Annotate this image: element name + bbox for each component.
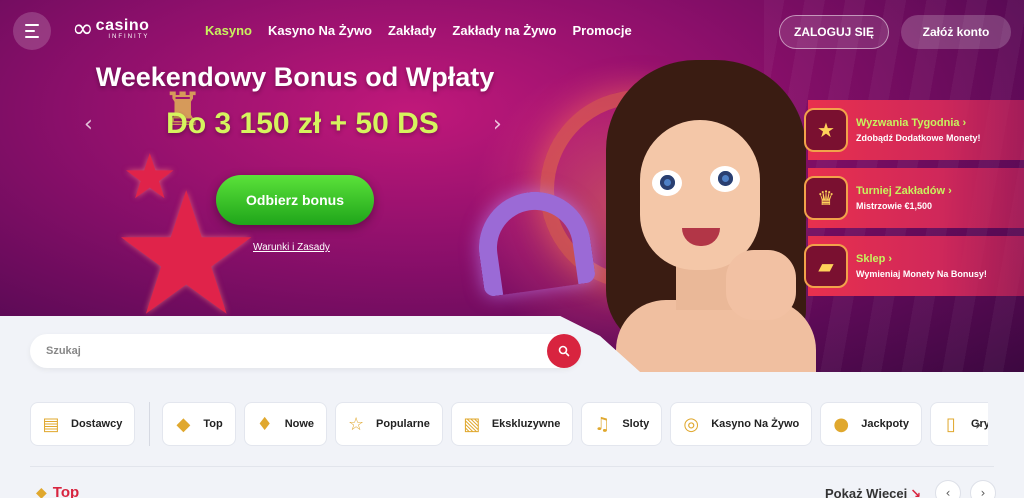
nav-promocje[interactable]: Promocje	[572, 23, 631, 38]
logo-text: casino INFINITY	[95, 17, 150, 41]
category-next-icon[interactable]: ›	[975, 415, 981, 434]
nav-kasyno[interactable]: Kasyno	[205, 23, 252, 38]
nav-zaklady-na-zywo[interactable]: Zakłady na Żywo	[452, 23, 556, 38]
category-nowe[interactable]: ♦ Nowe	[243, 402, 328, 446]
side-promo-title: Sklep ›	[856, 253, 893, 265]
search-button[interactable]	[547, 334, 581, 368]
side-promo-title: Wyzwania Tygodnia ›	[856, 117, 967, 129]
arrow-down-right-icon: ↘	[910, 487, 922, 498]
top-icon: ◆	[36, 484, 47, 498]
category-label: Top	[203, 418, 223, 430]
category-bar: ▤ Dostawcy ◆ Top ♦ Nowe ☆ Popularne ▧ Ek…	[30, 402, 988, 446]
terms-link[interactable]: Warunki i Zasady	[253, 242, 330, 253]
trophy-icon: ♛	[804, 176, 848, 220]
character-hands	[726, 250, 796, 320]
logo[interactable]: ∞ casino INFINITY	[72, 16, 149, 42]
search-icon	[558, 345, 570, 357]
side-promo-tournament[interactable]: ♛ Turniej Zakładów › Mistrzowie €1,500	[804, 168, 1024, 228]
category-label: Ekskluzywne	[491, 418, 561, 430]
carousel-next-icon[interactable]: ›	[493, 112, 502, 137]
nav-kasyno-na-zywo[interactable]: Kasyno Na Żywo	[268, 23, 372, 38]
side-promo-shop[interactable]: ▰ Sklep › Wymieniaj Monety Na Bonusy!	[804, 236, 1024, 296]
register-button[interactable]: Załóż konto	[901, 15, 1011, 49]
top-icon: ◆	[176, 413, 191, 435]
exclusive-icon: ▧	[463, 413, 481, 435]
star-icon: ☆	[347, 413, 365, 435]
category-dostawcy[interactable]: ▤ Dostawcy	[30, 402, 136, 446]
category-label: Sloty	[622, 418, 650, 430]
category-divider	[149, 402, 151, 446]
hamburger-icon	[25, 22, 39, 40]
coins-icon: ●	[833, 413, 850, 435]
character-face	[640, 120, 760, 270]
star-trophy-icon: ★	[804, 108, 848, 152]
shop-card-icon: ▰	[804, 244, 848, 288]
providers-icon: ▤	[42, 413, 60, 435]
search-input[interactable]	[46, 345, 580, 357]
claim-bonus-button[interactable]: Odbierz bonus	[216, 175, 374, 225]
side-promo-text: Sklep › Wymieniaj Monety Na Bonusy!	[856, 253, 987, 279]
nav-zaklady[interactable]: Zakłady	[388, 23, 436, 38]
logo-sub: INFINITY	[108, 34, 150, 40]
category-kasyno-na-zywo[interactable]: ◎ Kasyno Na Żywo	[670, 402, 813, 446]
character-mouth	[682, 228, 720, 246]
section-header: ◆ Top	[36, 484, 79, 498]
category-top[interactable]: ◆ Top	[162, 402, 236, 446]
new-icon: ♦	[256, 413, 273, 435]
promo-title: Weekendowy Bonus od Wpłaty	[95, 62, 495, 92]
category-sloty[interactable]: ♫ Sloty	[581, 402, 663, 446]
mascot-character	[606, 60, 818, 372]
side-promo-subtitle: Zdobądź Dodatkowe Monety!	[856, 133, 981, 143]
menu-button[interactable]	[13, 12, 51, 50]
bell-icon: ♫	[594, 413, 611, 435]
category-label: Kasyno Na Żywo	[711, 418, 800, 430]
show-more-link[interactable]: Pokaż Więcej ↘	[825, 486, 921, 498]
category-label: Jackpoty	[861, 418, 909, 430]
side-promo-subtitle: Mistrzowie €1,500	[856, 201, 933, 211]
side-promo-challenges[interactable]: ★ Wyzwania Tygodnia › Zdobądź Dodatkowe …	[804, 100, 1024, 160]
section-divider	[30, 466, 994, 467]
side-promo-subtitle: Wymieniaj Monety Na Bonusy!	[856, 269, 987, 279]
show-more-label: Pokaż Więcej	[825, 486, 908, 498]
character-eye-left	[652, 170, 682, 196]
category-label: Popularne	[376, 418, 430, 430]
side-promo-text: Wyzwania Tygodnia › Zdobądź Dodatkowe Mo…	[856, 117, 981, 143]
carousel-prev-icon[interactable]: ‹	[84, 112, 93, 137]
roulette-icon: ◎	[683, 413, 700, 435]
category-jackpoty[interactable]: ● Jackpoty	[820, 402, 922, 446]
logo-main: casino	[95, 17, 150, 34]
search-bar	[30, 334, 581, 368]
category-popularne[interactable]: ☆ Popularne	[335, 402, 443, 446]
category-ekskluzywne[interactable]: ▧ Ekskluzywne	[450, 402, 574, 446]
cards-icon: ▯	[946, 413, 956, 435]
character-eye-right	[710, 166, 740, 192]
main-nav: Kasyno Kasyno Na Żywo Zakłady Zakłady na…	[205, 23, 632, 38]
infinity-logo-icon: ∞	[72, 14, 94, 44]
category-label: Nowe	[284, 418, 315, 430]
side-promo-title: Turniej Zakładów ›	[856, 185, 952, 197]
category-label: Dostawcy	[71, 418, 123, 430]
login-button[interactable]: ZALOGUJ SIĘ	[779, 15, 889, 49]
section-title: Top	[52, 484, 80, 498]
side-promo-text: Turniej Zakładów › Mistrzowie €1,500	[856, 185, 952, 211]
